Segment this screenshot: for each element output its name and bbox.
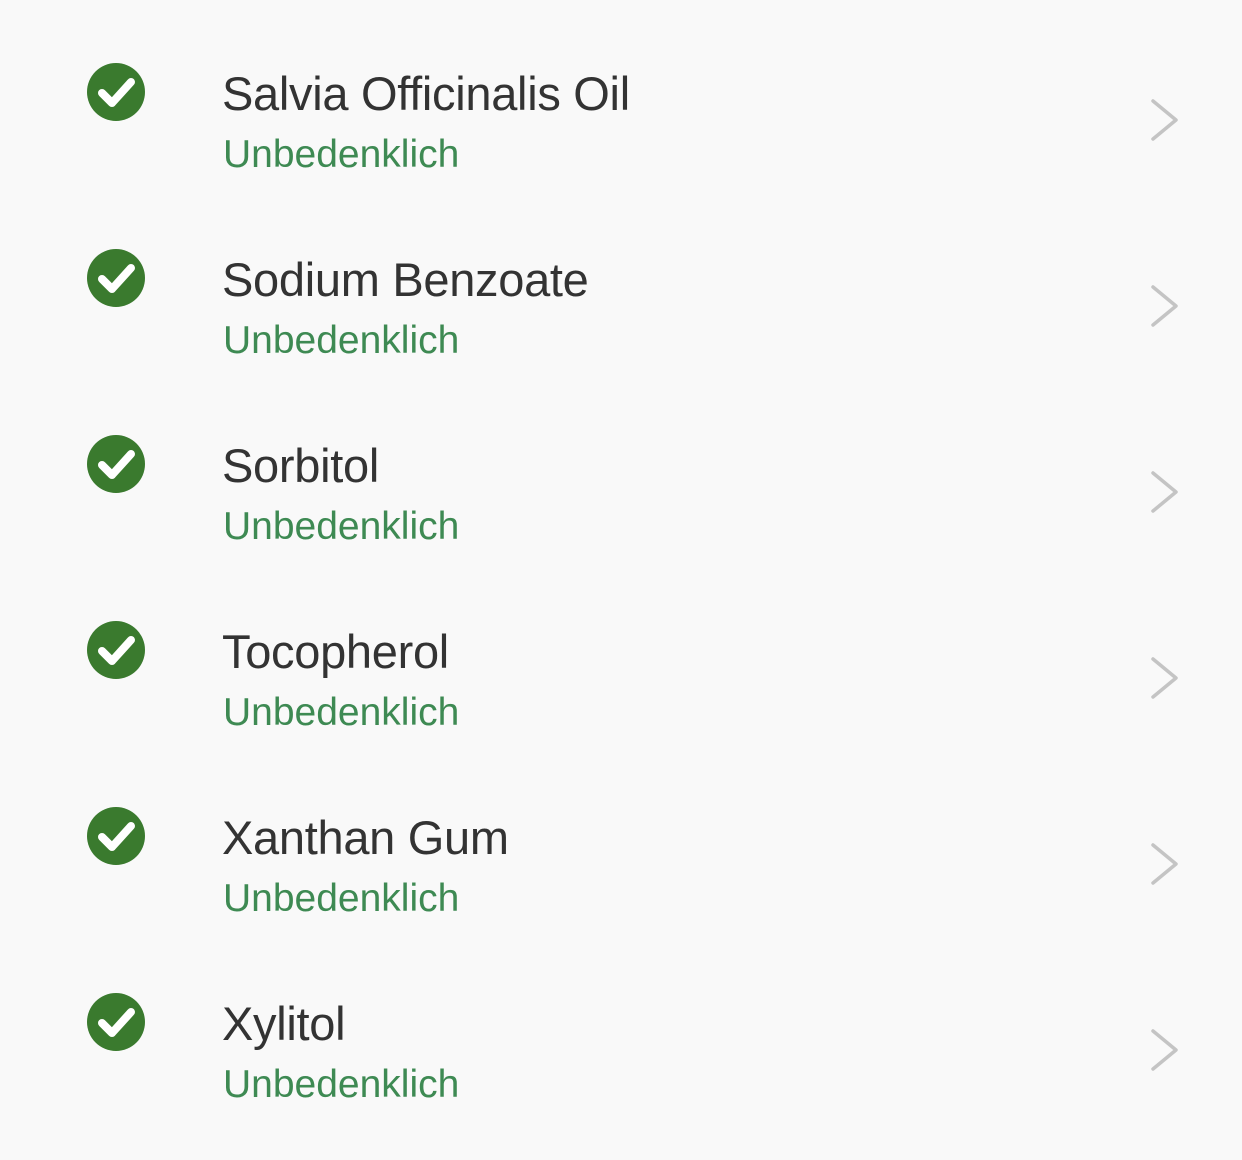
- ingredient-row-salvia-officinalis-oil[interactable]: Salvia Officinalis Oil Unbedenklich: [0, 0, 1242, 186]
- check-circle-icon: [87, 621, 145, 679]
- chevron-right-icon: [1149, 284, 1181, 328]
- ingredient-rating: Unbedenklich: [223, 691, 460, 734]
- ingredient-rating: Unbedenklich: [223, 505, 460, 548]
- chevron-right-icon: [1149, 470, 1181, 514]
- ingredient-rating: Unbedenklich: [223, 319, 460, 362]
- ingredient-list: Salvia Officinalis Oil Unbedenklich Sodi…: [0, 0, 1242, 1160]
- chevron-right-icon: [1149, 656, 1181, 700]
- ingredient-name: Sorbitol: [222, 439, 379, 492]
- ingredient-rating: Unbedenklich: [223, 133, 460, 176]
- check-circle-icon: [87, 435, 145, 493]
- ingredient-row-sorbitol[interactable]: Sorbitol Unbedenklich: [0, 372, 1242, 558]
- ingredient-row-tocopherol[interactable]: Tocopherol Unbedenklich: [0, 558, 1242, 744]
- chevron-right-icon: [1149, 1028, 1181, 1072]
- check-circle-icon: [87, 807, 145, 865]
- ingredient-rating: Unbedenklich: [223, 1063, 460, 1106]
- ingredient-name: Salvia Officinalis Oil: [222, 67, 630, 120]
- ingredient-row-xanthan-gum[interactable]: Xanthan Gum Unbedenklich: [0, 744, 1242, 930]
- ingredient-name: Tocopherol: [222, 625, 449, 678]
- ingredient-row-sodium-benzoate[interactable]: Sodium Benzoate Unbedenklich: [0, 186, 1242, 372]
- chevron-right-icon: [1149, 98, 1181, 142]
- check-circle-icon: [87, 249, 145, 307]
- ingredient-name: Xylitol: [222, 997, 346, 1050]
- chevron-right-icon: [1149, 842, 1181, 886]
- check-circle-icon: [87, 63, 145, 121]
- ingredient-rating: Unbedenklich: [223, 877, 460, 920]
- ingredient-name: Xanthan Gum: [222, 811, 509, 864]
- ingredient-name: Sodium Benzoate: [222, 253, 589, 306]
- check-circle-icon: [87, 993, 145, 1051]
- ingredient-row-xylitol[interactable]: Xylitol Unbedenklich: [0, 930, 1242, 1116]
